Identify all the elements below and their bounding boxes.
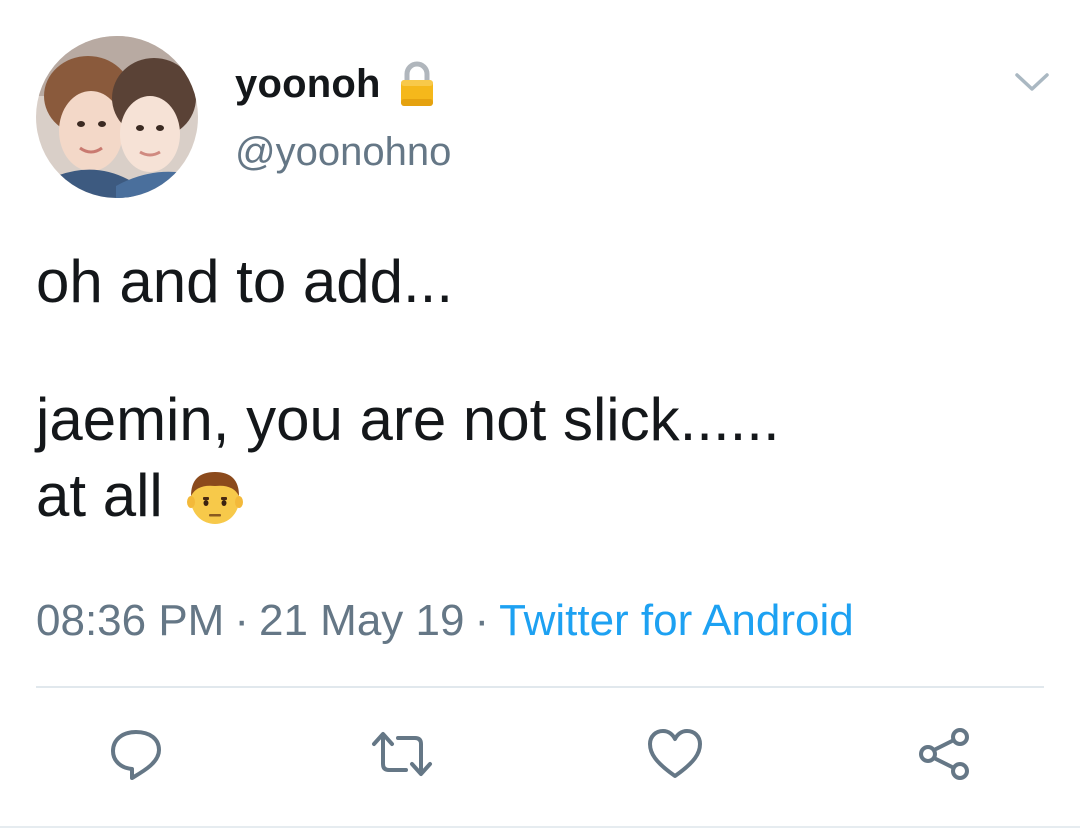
reply-button[interactable] (104, 722, 168, 786)
display-name[interactable]: yoonoh (235, 62, 381, 107)
retweet-button[interactable] (370, 722, 434, 786)
user-handle[interactable]: @yoonohno (235, 130, 451, 175)
meta-separator: · (234, 596, 249, 645)
meta-separator: · (474, 596, 490, 645)
avatar[interactable] (36, 36, 198, 198)
share-icon (919, 728, 969, 780)
man-emoji-icon (183, 464, 247, 528)
tweet-line-last: at all (36, 458, 1046, 534)
tweet-actions (0, 722, 1080, 792)
tweet-source-link[interactable]: Twitter for Android (499, 596, 854, 645)
tweet-date: 21 May 19 (259, 596, 465, 645)
tweet-line: jaemin, you are not slick...... (36, 386, 780, 453)
tweet-time: 08:36 PM (36, 596, 225, 645)
tweet-line-text: at all (36, 462, 163, 529)
bottom-divider (0, 826, 1080, 828)
avatar-photo (36, 36, 198, 198)
heart-icon (648, 729, 702, 778)
divider (36, 686, 1044, 688)
tweet-text: oh and to add... jaemin, you are not sli… (36, 244, 1046, 534)
tweet-line: oh and to add... (36, 248, 454, 315)
like-button[interactable] (643, 722, 707, 786)
tweet-meta: 08:36 PM · 21 May 19 · Twitter for Android (36, 596, 854, 646)
chevron-down-icon[interactable] (1014, 70, 1050, 94)
lock-icon (399, 61, 435, 107)
retweet-icon (372, 732, 432, 776)
reply-icon (111, 730, 161, 780)
display-name-row[interactable]: yoonoh (235, 56, 435, 112)
share-button[interactable] (913, 722, 977, 786)
